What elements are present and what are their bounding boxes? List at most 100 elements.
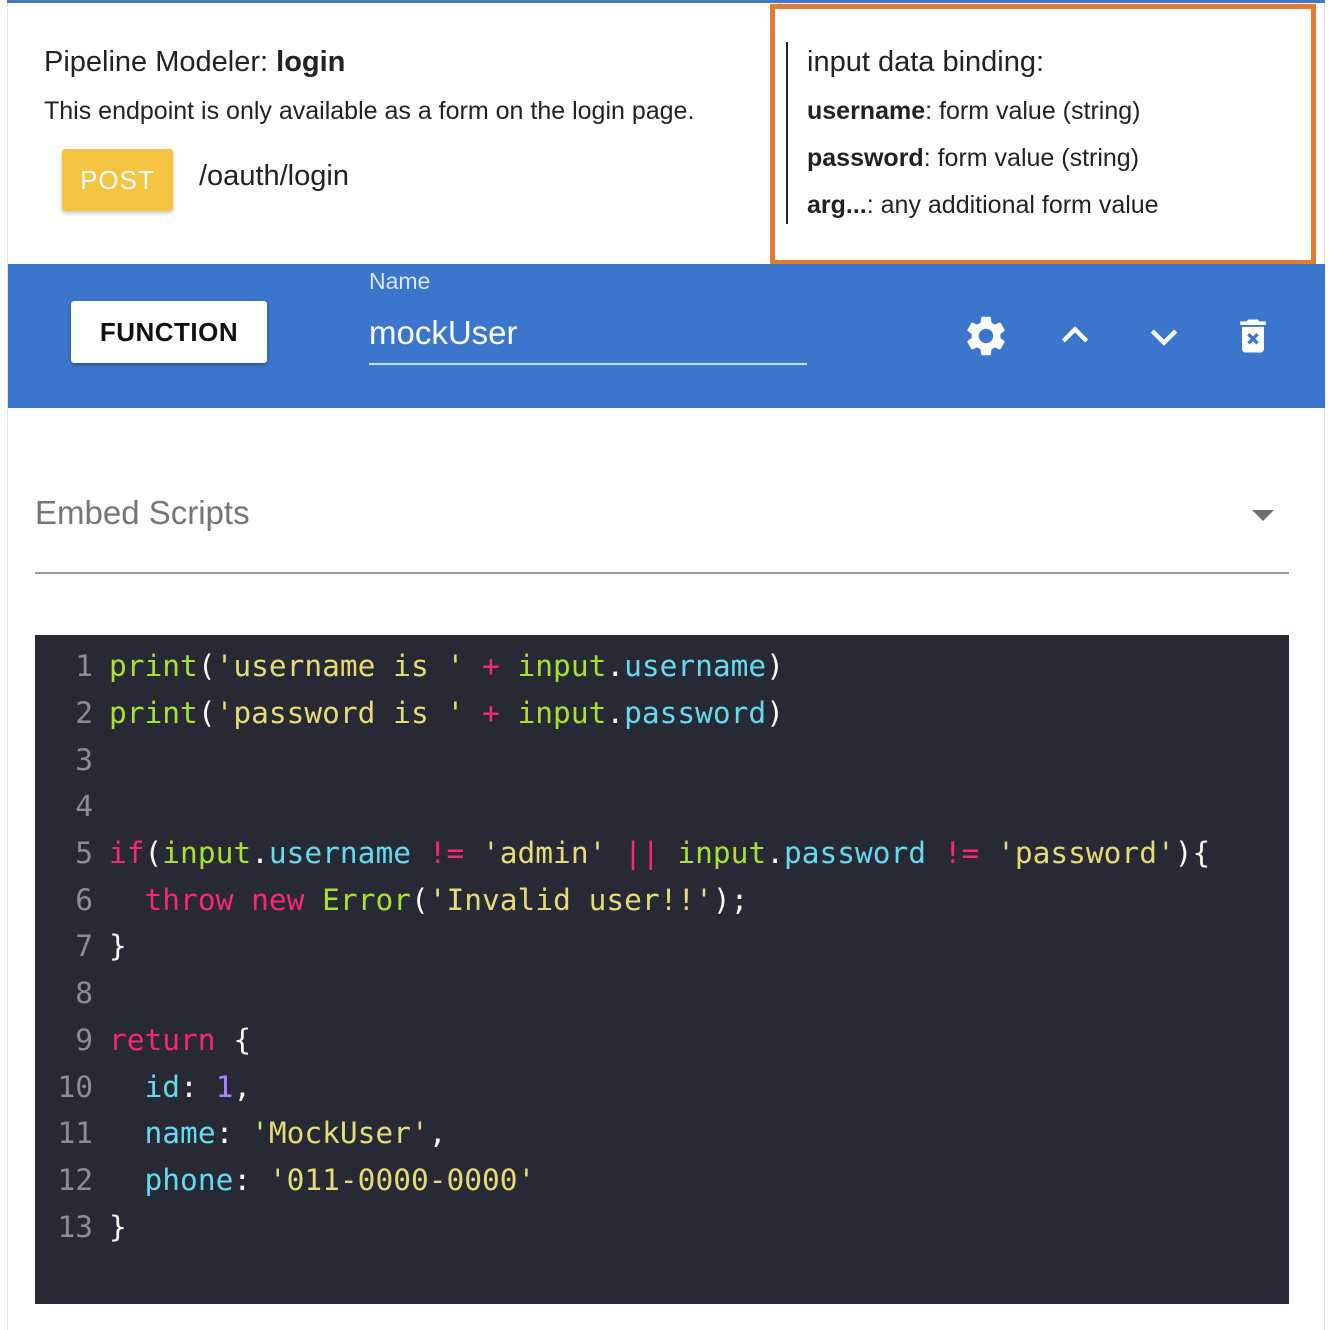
input-binding-highlight-box (770, 4, 1316, 265)
code-line: 4 (35, 783, 109, 829)
code-token: } (109, 1210, 127, 1244)
line-number: 10 (57, 1070, 93, 1104)
code-token: ); (712, 883, 749, 917)
code-token: ( (144, 836, 163, 870)
line-number: 11 (57, 1116, 93, 1150)
code-token: print (109, 696, 198, 730)
move-up-button[interactable] (1051, 312, 1099, 360)
code-token: : (233, 1163, 269, 1197)
binding-desc: : form value (string) (925, 97, 1141, 125)
embed-scripts-label: Embed Scripts (35, 494, 250, 531)
title-prefix: Pipeline Modeler: (44, 46, 277, 78)
code-token: input (517, 649, 607, 683)
code-token: { (215, 1023, 252, 1057)
code-line: 5 if(input.username != 'admin' || input.p… (35, 830, 1210, 876)
code-token: return (109, 1023, 216, 1057)
code-token: password (783, 836, 927, 870)
code-line: 3 (35, 737, 109, 783)
binding-item: arg...: any additional form value (807, 191, 1159, 220)
code-line: 6 throw new Error('Invalid user!!'); (35, 877, 748, 923)
code-token: + (464, 696, 518, 730)
code-token: , (428, 1116, 447, 1150)
code-token: 'Invalid user!!' (428, 883, 713, 917)
code-line: 8 (35, 970, 109, 1016)
endpoint-description: This endpoint is only available as a for… (44, 97, 695, 125)
code-editor[interactable]: 1 print('username is ' + input.username) … (35, 635, 1289, 1304)
code-token: 'password is ' (215, 696, 465, 730)
embed-scripts-underline (35, 572, 1289, 574)
code-token: username (624, 649, 767, 683)
line-number: 1 (75, 649, 93, 683)
function-type-button[interactable]: FUNCTION (71, 301, 267, 363)
code-line: 9 return { (35, 1017, 251, 1063)
code-token: 'admin' (482, 836, 607, 870)
delete-icon (1240, 319, 1266, 353)
code-token: } (109, 929, 127, 963)
code-token: + (464, 649, 518, 683)
code-line: 11 name: 'MockUser', (35, 1110, 446, 1156)
binding-item: password: form value (string) (807, 144, 1139, 173)
code-token: ( (410, 883, 429, 917)
binding-desc: : form value (string) (923, 144, 1140, 172)
code-token: . (251, 836, 269, 870)
title-endpoint-name: login (276, 46, 346, 78)
code-token: : (215, 1116, 252, 1150)
function-name-input[interactable] (369, 303, 807, 365)
page-title: Pipeline Modeler: login (44, 46, 345, 79)
code-token: if (109, 836, 145, 870)
code-token: ( (197, 649, 216, 683)
binding-key: username (807, 97, 926, 125)
dropdown-arrow-icon[interactable] (1250, 508, 1276, 522)
code-token: print (109, 649, 198, 683)
move-down-button[interactable] (1140, 312, 1188, 360)
code-token: throw (144, 883, 234, 917)
code-line: 1 print('username is ' + input.username) (35, 643, 784, 689)
code-token: password (624, 696, 767, 730)
line-number: 4 (75, 789, 93, 823)
code-line: 13} (35, 1204, 127, 1250)
code-token: . (606, 696, 625, 730)
code-token: != (926, 836, 998, 870)
code-token: ) (766, 649, 784, 683)
code-token: , (233, 1070, 252, 1104)
code-line: 12 phone: '011-0000-0000' (35, 1157, 535, 1203)
binding-item: username: form value (string) (807, 97, 1140, 126)
binding-key: arg... (807, 191, 867, 219)
code-line: 2 print('password is ' + input.password) (35, 690, 784, 736)
code-token: '011-0000-0000' (268, 1163, 536, 1197)
binding-title: input data binding: (807, 46, 1045, 78)
code-token: 'MockUser' (251, 1116, 429, 1150)
code-token: 'username is ' (215, 649, 465, 683)
delete-button[interactable] (1229, 312, 1277, 360)
settings-button[interactable] (962, 312, 1010, 360)
line-number: 5 (75, 836, 93, 870)
code-token: 'password' (997, 836, 1175, 870)
code-token: phone (144, 1163, 234, 1197)
line-number: 6 (75, 883, 93, 917)
code-token: username (268, 836, 411, 870)
binding-divider (786, 42, 788, 224)
chevron-down-icon (1150, 329, 1178, 346)
binding-desc: : any additional form value (866, 191, 1159, 219)
line-number: 7 (75, 929, 93, 963)
code-token: ( (197, 696, 216, 730)
code-token: : (180, 1070, 216, 1104)
code-token: new (251, 883, 305, 917)
method-post-button[interactable]: POST (62, 149, 173, 211)
code-line: 7} (35, 923, 127, 969)
code-line: 10 id: 1, (35, 1064, 251, 1110)
code-token: input (677, 836, 767, 870)
code-token: ){ (1174, 836, 1211, 870)
code-token: Error (322, 883, 411, 917)
name-field-label: Name (369, 268, 431, 294)
line-number: 2 (75, 696, 93, 730)
line-number: 13 (57, 1210, 93, 1244)
code-token: ) (766, 696, 784, 730)
line-number: 9 (75, 1023, 93, 1057)
